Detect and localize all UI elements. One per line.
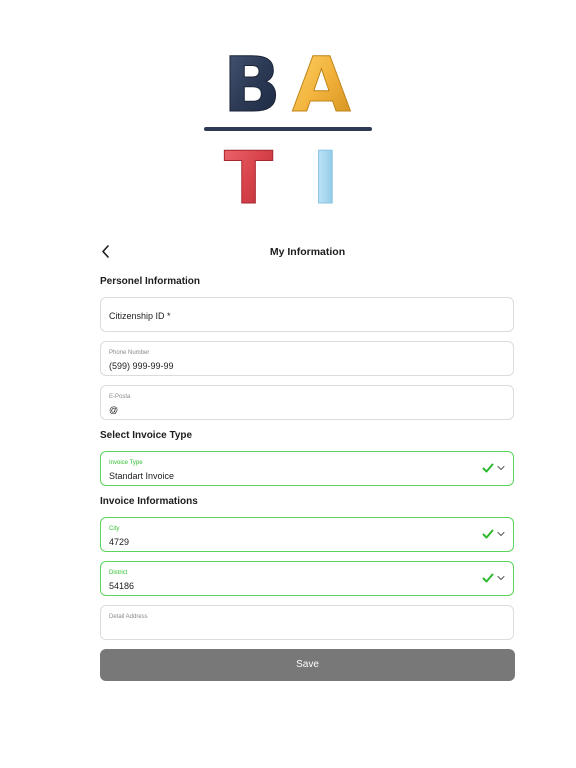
district-value: 54186	[109, 581, 135, 591]
logo-letter-b: B	[223, 46, 281, 129]
section-title-invoice-type: Select Invoice Type	[100, 430, 193, 441]
phone-number-value: (599) 999-99-99	[109, 361, 174, 371]
phone-number-label: Phone Number	[109, 350, 150, 356]
chevron-down-icon	[497, 532, 505, 536]
chevron-left-icon	[102, 245, 109, 258]
section-title-invoice-info: Invoice Informations	[100, 496, 198, 507]
citizenship-id-field[interactable]: Citizenship ID *	[100, 297, 514, 332]
detail-address-field[interactable]: Detail Address	[100, 605, 514, 640]
email-field[interactable]: E-Posta @	[100, 385, 514, 420]
save-button[interactable]: Save	[100, 649, 515, 681]
chevron-down-icon	[497, 466, 505, 470]
email-label: E-Posta	[109, 394, 131, 400]
section-title-personal: Personel Information	[100, 276, 201, 287]
logo-letter-a: A	[292, 46, 351, 129]
check-icon	[482, 573, 494, 583]
detail-address-label: Detail Address	[109, 614, 148, 620]
top-bar: My Information	[100, 240, 515, 266]
chevron-down-icon	[497, 576, 505, 580]
city-label: City	[109, 526, 120, 532]
invoice-type-value: Standart Invoice	[109, 471, 175, 481]
check-icon	[482, 463, 494, 473]
logo-divider	[204, 127, 372, 131]
check-icon	[482, 529, 494, 539]
bati-logo: B A T I	[204, 46, 372, 216]
invoice-type-label: Invoice Type	[109, 460, 143, 466]
city-value: 4729	[109, 537, 130, 547]
city-select[interactable]: City 4729	[100, 517, 514, 552]
district-select[interactable]: District 54186	[100, 561, 514, 596]
district-label: District	[109, 570, 128, 576]
logo-letter-t: T	[224, 136, 273, 216]
email-value: @	[109, 405, 119, 415]
citizenship-id-placeholder: Citizenship ID *	[109, 311, 171, 321]
page-title: My Information	[269, 246, 346, 258]
phone-number-field[interactable]: Phone Number (599) 999-99-99	[100, 341, 514, 376]
back-button[interactable]	[100, 243, 120, 263]
invoice-type-select[interactable]: Invoice Type Standart Invoice	[100, 451, 514, 486]
logo-letter-i: I	[312, 136, 339, 216]
